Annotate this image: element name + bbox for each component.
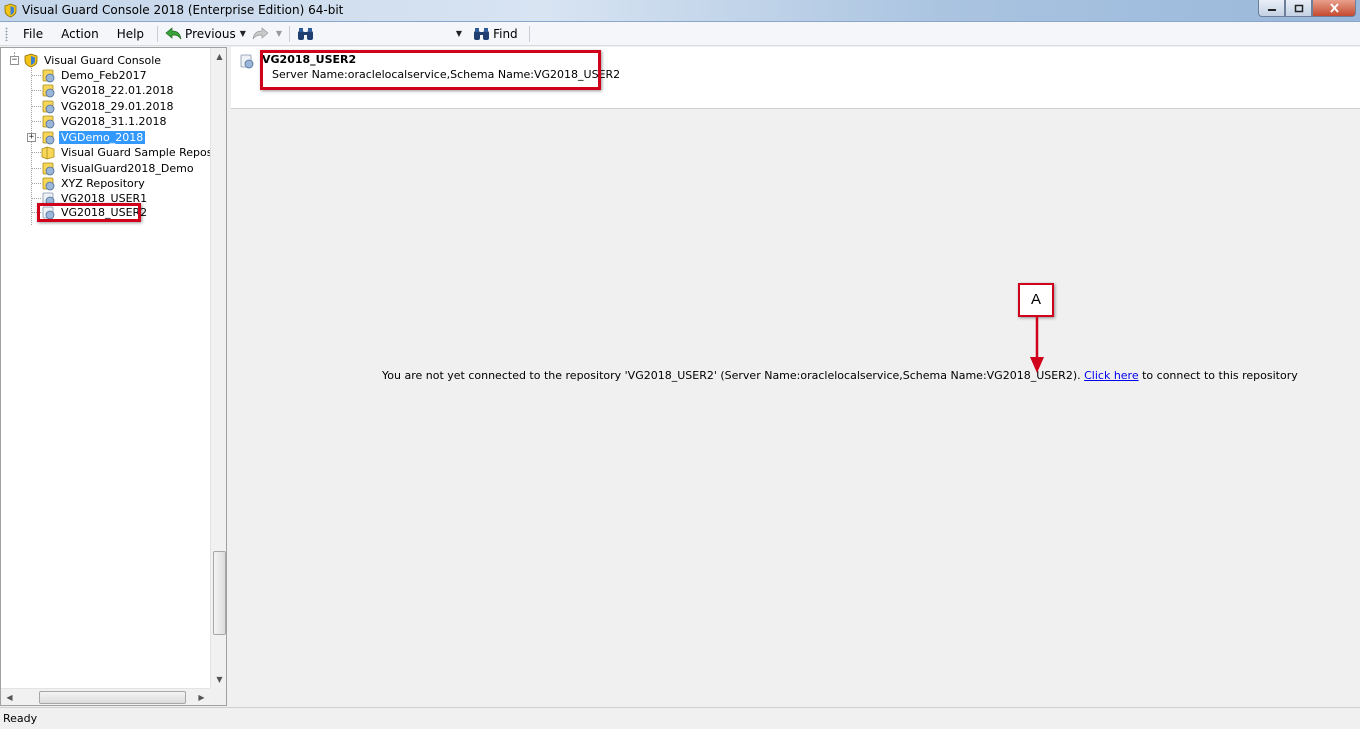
toolbar-separator — [289, 25, 291, 42]
scroll-left-icon[interactable]: ◀ — [1, 689, 18, 705]
tree-item-label: VGDemo_2018 — [59, 131, 146, 144]
tree-item-label: Visual Guard Sample Repository — [61, 146, 210, 159]
annotation-highlight-header — [260, 50, 601, 90]
tree-item-label: Demo_Feb2017 — [61, 69, 147, 82]
app-shield-icon — [4, 3, 17, 18]
find-label: Find — [493, 26, 518, 41]
toolbar-grip[interactable] — [5, 26, 8, 41]
title-bar: Visual Guard Console 2018 (Enterprise Ed… — [0, 0, 1360, 22]
toolbar-separator — [157, 25, 159, 42]
tree-item[interactable]: VG2018_31.1.2018 — [40, 114, 169, 129]
vgdemo-expand-toggle[interactable]: + — [27, 133, 36, 142]
tree-item-label: VG2018_29.01.2018 — [61, 100, 174, 113]
message-suffix: to connect to this repository — [1142, 369, 1298, 382]
previous-button[interactable]: Previous ▼ — [162, 24, 249, 44]
scroll-right-icon[interactable]: ▶ — [193, 689, 210, 705]
repository-icon — [42, 162, 55, 176]
status-bar: Ready — [0, 707, 1360, 729]
connection-message: You are not yet connected to the reposit… — [382, 369, 1298, 382]
repository-tree-panel: − + Visual Guard Console Demo_Feb2017 VG… — [0, 47, 227, 706]
tree-item[interactable]: Demo_Feb2017 — [40, 68, 149, 83]
menu-toolbar: File Action Help Previous ▼ ▼ ▼ Find — [0, 22, 1360, 46]
console-shield-icon — [24, 53, 38, 68]
vertical-scroll-thumb[interactable] — [213, 551, 226, 635]
next-dropdown-icon[interactable]: ▼ — [276, 29, 282, 38]
binoculars-icon — [298, 27, 314, 40]
tree-item-label: XYZ Repository — [61, 177, 145, 190]
scroll-down-icon[interactable]: ▼ — [211, 671, 226, 688]
detail-header: VG2018_USER2 Server Name:oraclelocalserv… — [231, 47, 1360, 109]
repository-icon — [42, 84, 55, 98]
scrollbar-corner — [210, 688, 226, 705]
message-prefix: You are not yet connected to the reposit… — [382, 369, 1081, 382]
tree-item[interactable]: Visual Guard Sample Repository — [40, 145, 210, 160]
scroll-up-icon[interactable]: ▲ — [211, 48, 226, 65]
menu-file[interactable]: File — [14, 24, 52, 44]
main-content: You are not yet connected to the reposit… — [231, 110, 1360, 706]
close-icon — [1329, 3, 1339, 13]
tree-item-selected[interactable]: VGDemo_2018 — [40, 130, 146, 145]
connect-link[interactable]: Click here — [1084, 369, 1139, 382]
annotation-arrow-icon — [1030, 317, 1044, 373]
tree-vertical-scrollbar[interactable]: ▲ ▼ — [210, 48, 226, 688]
window-controls — [1258, 0, 1356, 18]
menu-action[interactable]: Action — [52, 24, 108, 44]
maximize-button[interactable] — [1285, 0, 1312, 17]
root-collapse-toggle[interactable]: − — [10, 56, 19, 65]
annotation-highlight-tree-item — [37, 203, 141, 222]
repository-tree: − + Visual Guard Console Demo_Feb2017 VG… — [1, 48, 210, 688]
search-binoculars-button[interactable] — [294, 24, 320, 44]
window-title: Visual Guard Console 2018 (Enterprise Ed… — [22, 3, 344, 17]
annotation-callout: A — [1018, 283, 1054, 317]
search-combo[interactable]: ▼ — [324, 25, 464, 43]
tree-item[interactable]: VG2018_22.01.2018 — [40, 83, 176, 98]
repository-icon — [42, 131, 55, 145]
tree-root-label: Visual Guard Console — [44, 54, 162, 67]
tree-item[interactable]: VisualGuard2018_Demo — [40, 161, 196, 176]
repository-icon — [42, 115, 55, 129]
forward-arrow-icon — [252, 26, 269, 39]
tree-item[interactable]: XYZ Repository — [40, 176, 147, 191]
back-arrow-icon — [165, 26, 182, 39]
repository-icon — [42, 100, 55, 114]
horizontal-scroll-thumb[interactable] — [39, 691, 186, 704]
toolbar-separator — [528, 25, 530, 42]
tree-item-label: VisualGuard2018_Demo — [61, 162, 194, 175]
tree-item-label: VG2018_31.1.2018 — [61, 115, 167, 128]
tree-item[interactable]: VG2018_29.01.2018 — [40, 99, 176, 114]
repository-icon — [42, 69, 55, 83]
binoculars-icon — [474, 27, 490, 40]
previous-dropdown-icon[interactable]: ▼ — [240, 29, 246, 38]
chevron-down-icon: ▼ — [455, 29, 463, 38]
status-text: Ready — [3, 712, 38, 725]
sample-repository-icon — [41, 146, 55, 160]
menu-help[interactable]: Help — [108, 24, 153, 44]
database-repository-icon — [240, 54, 254, 69]
tree-item-label: VG2018_22.01.2018 — [61, 84, 174, 97]
tree-root[interactable]: Visual Guard Console — [23, 53, 163, 68]
previous-label: Previous — [185, 26, 236, 41]
minimize-icon — [1267, 9, 1276, 11]
close-button[interactable] — [1312, 0, 1356, 17]
maximize-icon — [1294, 4, 1303, 12]
next-button[interactable]: ▼ — [249, 24, 285, 44]
find-button[interactable]: Find — [470, 24, 521, 44]
tree-horizontal-scrollbar[interactable]: ◀ ▶ — [1, 688, 210, 705]
repository-icon — [42, 177, 55, 191]
minimize-button[interactable] — [1258, 0, 1285, 17]
